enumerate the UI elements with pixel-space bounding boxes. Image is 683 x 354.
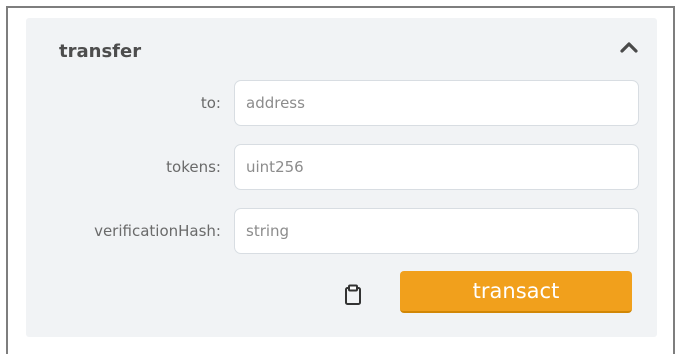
to-label: to:: [200, 94, 221, 112]
clipboard-icon[interactable]: [343, 283, 363, 307]
transact-button[interactable]: transact: [400, 271, 632, 313]
tokens-label: tokens:: [166, 158, 221, 176]
function-title: transfer: [59, 41, 142, 62]
to-address-input[interactable]: [234, 80, 639, 126]
tokens-input[interactable]: [234, 144, 639, 190]
chevron-up-icon[interactable]: [619, 37, 639, 57]
verification-hash-input[interactable]: [234, 208, 639, 254]
verification-hash-label: verificationHash:: [94, 222, 221, 240]
